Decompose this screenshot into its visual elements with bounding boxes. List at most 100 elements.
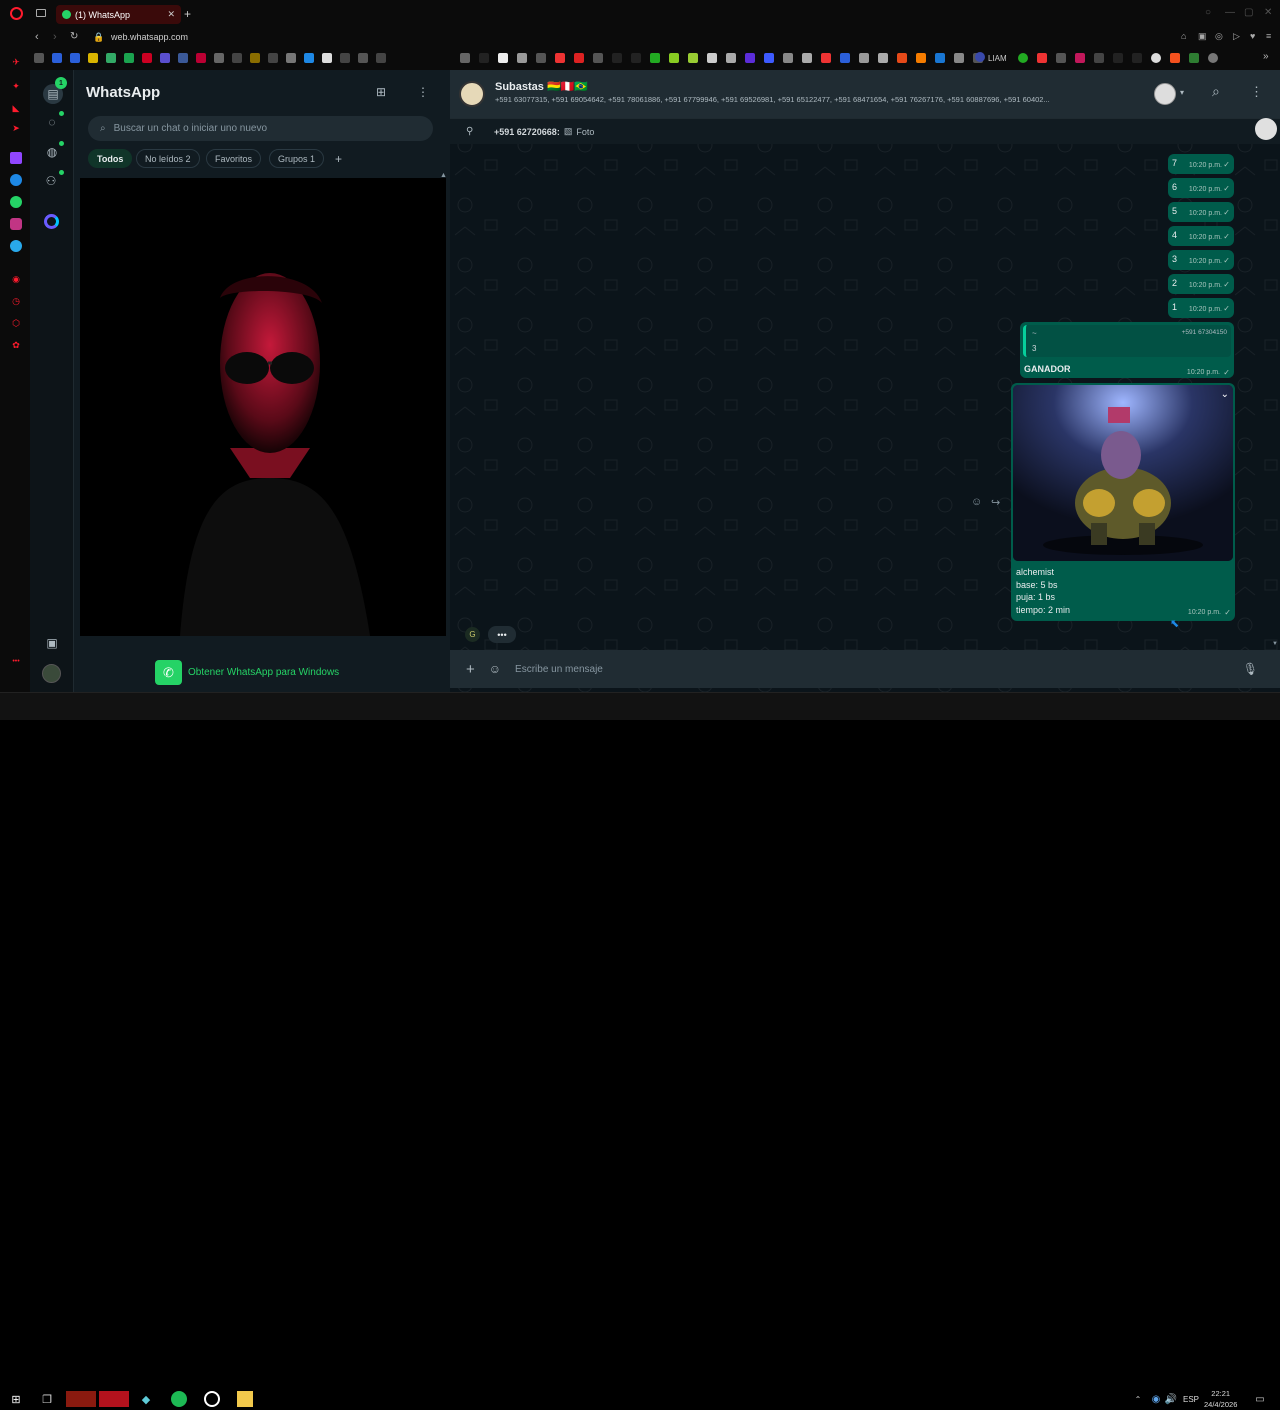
bookmark-icon[interactable] (726, 53, 736, 63)
media-icon[interactable]: ▣ (44, 635, 60, 651)
chat-menu-icon[interactable]: ⋮ (1250, 84, 1263, 100)
player-icon[interactable]: ▷ (1233, 31, 1240, 42)
explorer-taskbar-icon[interactable] (237, 1391, 253, 1407)
green-bookmark-icon[interactable] (124, 53, 134, 63)
bookmark-icon[interactable] (304, 53, 314, 63)
bookmark-icon[interactable] (232, 53, 242, 63)
emoji-sticker-icon[interactable]: ☺ (489, 662, 501, 676)
flow-icon[interactable]: ◣ (10, 102, 22, 114)
alchemist-image[interactable] (1013, 385, 1233, 561)
microphone-icon[interactable]: 🎙 (1243, 662, 1258, 676)
spotify-taskbar-icon[interactable] (171, 1391, 187, 1407)
history-icon[interactable]: ◷ (10, 295, 22, 307)
tiktok-bookmark-icon[interactable] (1113, 53, 1123, 63)
meta-bookmark-icon[interactable] (52, 53, 62, 63)
telegram-icon[interactable] (10, 240, 22, 252)
bookmark-icon[interactable] (897, 53, 907, 63)
search-input[interactable]: ⌕ Buscar un chat o iniciar uno nuevo (88, 116, 433, 141)
whatsapp-sidebar-icon[interactable] (10, 196, 22, 208)
react-emoji-icon[interactable]: ☺ (971, 496, 982, 508)
opera-taskbar-icon[interactable] (99, 1391, 129, 1407)
language-indicator[interactable]: ESP (1183, 1395, 1199, 1404)
tray-chevron-icon[interactable]: ⌃ (1130, 1391, 1146, 1407)
message-countdown[interactable]: 4 10:20 p.m. ✓ (1168, 226, 1234, 246)
chevron-down-icon[interactable]: ▾ (1180, 88, 1184, 97)
bookmark-icon[interactable] (178, 53, 188, 63)
menu-dots-icon[interactable]: ⋮ (417, 85, 429, 99)
bookmark-icon[interactable] (1094, 53, 1104, 63)
pinned-message-bar[interactable]: ⚲ +591 62720668: ▧ Foto (450, 118, 1280, 144)
settings-bookmark-icon[interactable] (34, 53, 44, 63)
bookmark-icon[interactable] (878, 53, 888, 63)
bookmark-icon[interactable] (1208, 53, 1218, 63)
sheets-bookmark-icon[interactable] (106, 53, 116, 63)
bookmark-icon[interactable] (669, 53, 679, 63)
get-windows-app-link[interactable]: ✆ Obtener WhatsApp para Windows (155, 660, 339, 685)
bookmark-icon[interactable] (916, 53, 926, 63)
menu-icon[interactable]: ≡ (1266, 31, 1271, 41)
drive-bookmark-icon[interactable] (88, 53, 98, 63)
profile-avatar[interactable] (42, 664, 61, 683)
liam-bookmark-icon[interactable] (975, 52, 985, 62)
message-reply[interactable]: ~ +591 67304150 3 GANADOR 10:20 p.m. ✓ (1020, 322, 1234, 378)
message-image[interactable]: ⌄ alchemist base: 5 bs puja: 1 bs tiempo… (1011, 383, 1235, 621)
kick-bookmark-icon[interactable] (650, 53, 660, 63)
search-chat-icon[interactable]: ⌕ (1212, 83, 1220, 100)
new-chat-icon[interactable]: ⊞ (376, 85, 386, 99)
bookmark-icon[interactable] (322, 53, 332, 63)
vpn-icon[interactable]: ◎ (1215, 31, 1223, 42)
bookmark-icon[interactable] (593, 53, 603, 63)
close-tab-icon[interactable]: ✕ (167, 9, 175, 20)
messenger-icon[interactable] (10, 174, 22, 186)
bookmark-icon[interactable] (612, 53, 622, 63)
message-countdown[interactable]: 3 10:20 p.m. ✓ (1168, 250, 1234, 270)
record-icon[interactable]: ◉ (10, 273, 22, 285)
bookmark-icon[interactable] (935, 53, 945, 63)
clock[interactable]: 22:21 24/4/2026 (1204, 1388, 1237, 1410)
group-avatar[interactable] (459, 81, 485, 107)
back-icon[interactable]: ‹ (35, 31, 39, 43)
bookmark-icon[interactable] (688, 53, 698, 63)
bookmark-icon[interactable] (498, 53, 508, 63)
bookmark-icon[interactable] (250, 53, 260, 63)
filter-grupos[interactable]: Grupos 1 (269, 149, 325, 168)
bookmark-icon[interactable] (859, 53, 869, 63)
close-window-icon[interactable]: ✕ (1264, 7, 1272, 18)
message-input[interactable]: Escribe un mensaje (515, 664, 1229, 675)
bookmark-page-icon[interactable]: ⌂ (1181, 31, 1186, 41)
opera-bird-icon[interactable]: ✈ (10, 56, 22, 68)
bookmark-icon[interactable] (1170, 53, 1180, 63)
bookmark-icon[interactable] (821, 53, 831, 63)
notifications-icon[interactable]: ▭ (1252, 1391, 1268, 1407)
bookmark-icon[interactable] (517, 53, 527, 63)
forward-icon[interactable]: ↪ (991, 496, 1000, 509)
meta-bookmark-icon[interactable] (70, 53, 80, 63)
bookmark-icon[interactable] (574, 53, 584, 63)
bookmark-icon[interactable] (954, 53, 964, 63)
opera-logo-icon[interactable] (10, 7, 23, 20)
bookmark-icon[interactable] (340, 53, 350, 63)
heart-icon[interactable]: ♥ (1250, 31, 1255, 41)
filter-todos[interactable]: Todos (88, 149, 133, 168)
new-tab-icon[interactable]: + (184, 7, 191, 21)
bookmark-icon[interactable] (840, 53, 850, 63)
gmail-bookmark-icon[interactable] (196, 53, 206, 63)
url-field[interactable]: web.whatsapp.com (111, 32, 188, 42)
status-icon[interactable]: ◌ (44, 114, 60, 130)
instagram-icon[interactable] (10, 218, 22, 230)
scroll-down-icon[interactable]: ▼ (1272, 641, 1278, 647)
twitch-icon[interactable] (10, 152, 22, 164)
message-countdown[interactable]: 1 10:20 p.m. ✓ (1168, 298, 1234, 318)
minimize-icon[interactable]: — (1225, 7, 1235, 18)
quoted-message[interactable]: ~ +591 67304150 3 (1023, 325, 1231, 357)
bookmark-icon[interactable] (358, 53, 368, 63)
floating-bubble[interactable] (1255, 118, 1277, 140)
more-bookmarks-icon[interactable]: » (1263, 51, 1269, 62)
attach-plus-icon[interactable]: + (466, 661, 475, 678)
more-icon[interactable]: ••• (10, 655, 22, 667)
communities-icon[interactable]: ⚇ (43, 173, 59, 189)
bookmark-icon[interactable] (1132, 53, 1142, 63)
bookmark-icon[interactable] (1075, 53, 1085, 63)
bookmark-icon[interactable] (376, 53, 386, 63)
channels-icon[interactable]: ◍ (44, 144, 60, 160)
